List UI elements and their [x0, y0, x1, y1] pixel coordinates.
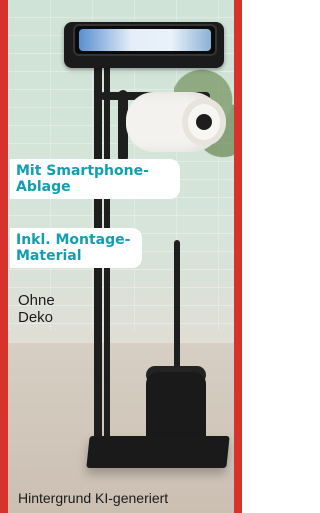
smartphone-screen	[79, 29, 211, 51]
feature-text: Inkl. Montage- Material	[16, 232, 131, 264]
toilet-paper-roll-end	[182, 98, 226, 146]
toilet-brush-handle	[174, 240, 180, 374]
no-decor-note: Ohne Deko	[18, 292, 55, 326]
ai-background-footnote: Hintergrund KI-generiert	[18, 490, 169, 506]
smartphone	[73, 24, 217, 56]
stand-base	[86, 436, 230, 468]
feature-text: Mit Smartphone- Ablage	[16, 163, 149, 195]
product-image-frame: Mit Smartphone- Ablage Inkl. Montage- Ma…	[0, 0, 242, 513]
feature-badge-mounting-material: Inkl. Montage- Material	[10, 228, 142, 268]
toilet-paper-roll	[126, 92, 226, 152]
feature-badge-smartphone-tray: Mit Smartphone- Ablage	[10, 159, 180, 199]
